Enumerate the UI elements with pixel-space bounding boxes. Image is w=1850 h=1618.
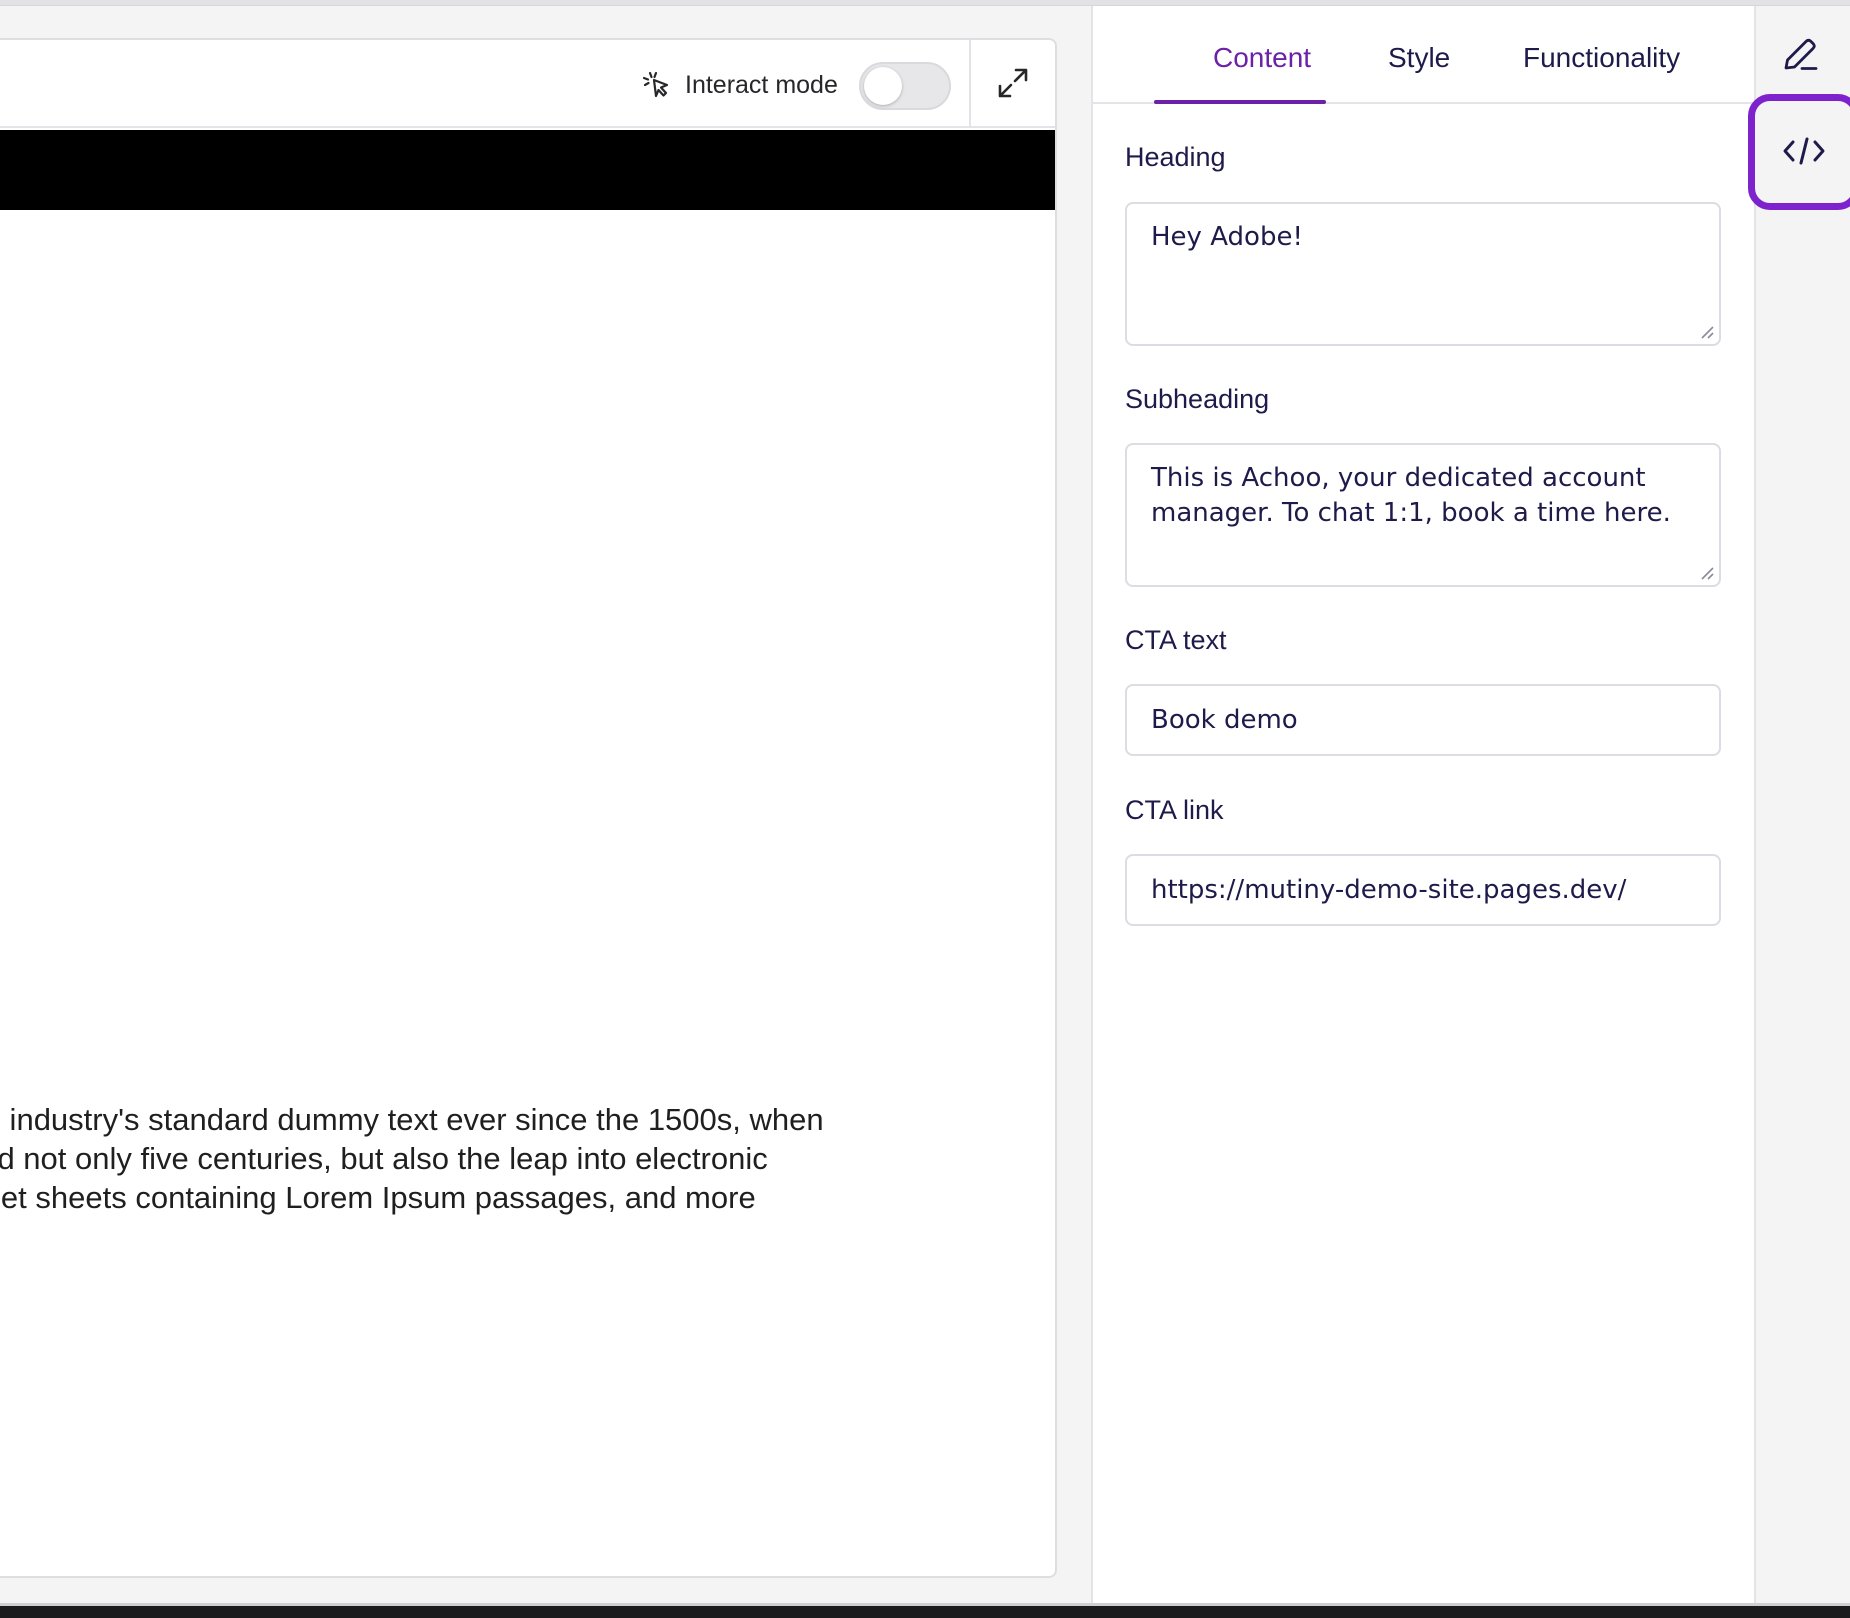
cta-link-label: CTA link bbox=[1125, 795, 1224, 825]
tab-style[interactable]: Style bbox=[1388, 40, 1450, 76]
body-line: n the industry's standard dummy text eve… bbox=[0, 1102, 824, 1137]
window-bottom-edge bbox=[0, 1606, 1850, 1618]
code-icon bbox=[1783, 137, 1825, 165]
body-line: etraset sheets containing Lorem Ipsum pa… bbox=[0, 1180, 756, 1215]
preview-site-header-bar bbox=[0, 130, 1055, 210]
tab-functionality[interactable]: Functionality bbox=[1523, 40, 1680, 76]
heading-label: Heading bbox=[1125, 142, 1226, 172]
expand-icon bbox=[998, 68, 1028, 98]
pencil-icon[interactable] bbox=[1778, 32, 1822, 76]
subheading-field[interactable]: This is Achoo, your dedicated account ma… bbox=[1125, 443, 1721, 587]
active-tab-indicator bbox=[1154, 100, 1326, 104]
heading-value: Hey Adobe! bbox=[1151, 222, 1303, 252]
editor-tabs: Content Style Functionality bbox=[1093, 6, 1754, 104]
cta-link-value: https://mutiny-demo-site.pages.dev/ bbox=[1151, 875, 1627, 905]
cta-link-field[interactable]: https://mutiny-demo-site.pages.dev/ bbox=[1125, 854, 1721, 926]
body-line: rvived not only five centuries, but also… bbox=[0, 1141, 768, 1176]
heading-field[interactable]: Hey Adobe! bbox=[1125, 202, 1721, 346]
cta-text-field[interactable]: Book demo bbox=[1125, 684, 1721, 756]
tab-content[interactable]: Content bbox=[1213, 40, 1311, 76]
cursor-click-icon bbox=[642, 71, 669, 98]
cta-text-label: CTA text bbox=[1125, 625, 1227, 655]
cta-text-value: Book demo bbox=[1151, 705, 1298, 735]
resize-grip-icon[interactable] bbox=[1699, 565, 1715, 581]
code-editor-button[interactable] bbox=[1748, 94, 1850, 210]
resize-grip-icon[interactable] bbox=[1699, 324, 1715, 340]
interact-mode-label: Interact mode bbox=[685, 71, 838, 99]
preview-body-text: n the industry's standard dummy text eve… bbox=[0, 1100, 1042, 1256]
right-rail bbox=[1754, 6, 1850, 1618]
subheading-label: Subheading bbox=[1125, 384, 1270, 414]
toggle-knob bbox=[864, 67, 902, 105]
interact-mode-toggle[interactable] bbox=[859, 62, 951, 110]
preview-toolbar: Interact mode bbox=[0, 40, 1055, 128]
preview-pane: Interact mode n the industry's standard … bbox=[0, 38, 1057, 1578]
editor-panel: Content Style Functionality Heading Hey … bbox=[1091, 6, 1754, 1618]
body-line: n. bbox=[0, 1217, 1042, 1256]
subheading-value: This is Achoo, your dedicated account ma… bbox=[1151, 463, 1671, 528]
